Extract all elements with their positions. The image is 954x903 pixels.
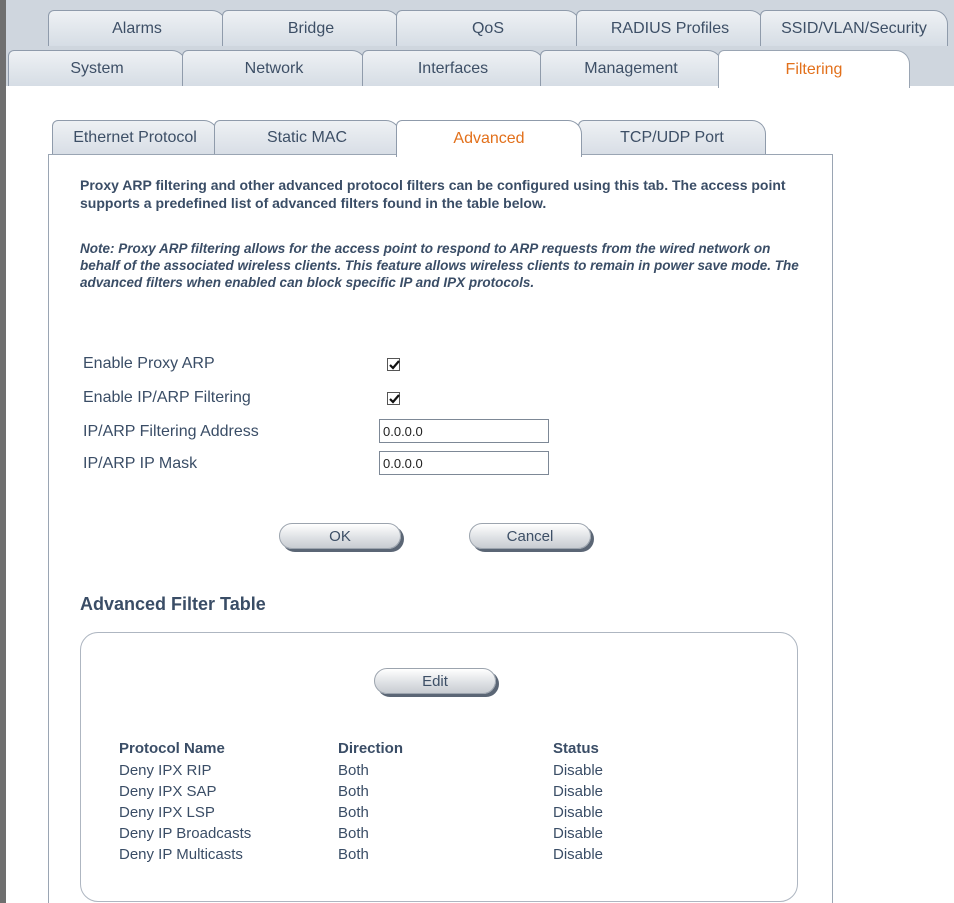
subtab-label: Advanced bbox=[453, 130, 525, 147]
tab-qos[interactable]: QoS bbox=[396, 10, 580, 46]
checkmark-icon bbox=[389, 360, 400, 370]
row-direction: Both bbox=[338, 804, 369, 821]
ip-mask-label: IP/ARP IP Mask bbox=[83, 455, 198, 472]
tab-interfaces[interactable]: Interfaces bbox=[362, 50, 544, 86]
tab-label: SSID/VLAN/Security bbox=[781, 19, 927, 37]
row-direction: Both bbox=[338, 846, 369, 863]
tab-label: System bbox=[70, 59, 124, 77]
subtab-label: Static MAC bbox=[266, 128, 347, 146]
row-direction: Both bbox=[338, 825, 369, 842]
edit-button[interactable]: Edit bbox=[374, 668, 496, 694]
filtering-address-label: IP/ARP Filtering Address bbox=[83, 423, 259, 440]
tab-label: Alarms bbox=[112, 19, 162, 37]
subtab-ethernet-protocol[interactable]: Ethernet Protocol bbox=[52, 120, 218, 154]
ip-arp-filtering-checkbox[interactable] bbox=[387, 392, 400, 405]
row-protocol-name: Deny IPX SAP bbox=[119, 783, 217, 800]
tab-label: Filtering bbox=[785, 60, 843, 78]
row-status: Disable bbox=[553, 846, 604, 863]
column-header-status: Status bbox=[553, 740, 599, 757]
tab-filtering[interactable]: Filtering bbox=[718, 50, 910, 88]
ip-mask-input[interactable] bbox=[379, 451, 549, 475]
subtab-advanced[interactable]: Advanced bbox=[396, 120, 582, 157]
proxy-arp-label: Enable Proxy ARP bbox=[83, 355, 215, 372]
row-direction: Both bbox=[338, 762, 369, 779]
row-protocol-name: Deny IPX RIP bbox=[119, 762, 212, 779]
subtab-tcp-udp-port[interactable]: TCP/UDP Port bbox=[578, 120, 766, 154]
tab-alarms[interactable]: Alarms bbox=[48, 10, 226, 46]
subtab-label: TCP/UDP Port bbox=[620, 128, 724, 146]
column-header-direction: Direction bbox=[338, 740, 404, 757]
ok-button[interactable]: OK bbox=[279, 523, 401, 549]
row-protocol-name: Deny IP Multicasts bbox=[119, 846, 243, 863]
note-text: Note: Proxy ARP filtering allows for the… bbox=[80, 241, 799, 290]
row-direction: Both bbox=[338, 783, 369, 800]
subtab-label: Ethernet Protocol bbox=[73, 128, 197, 146]
proxy-arp-checkbox[interactable] bbox=[387, 358, 400, 371]
row-status: Disable bbox=[553, 762, 604, 779]
ok-label: OK bbox=[329, 527, 351, 545]
tab-label: QoS bbox=[471, 19, 504, 37]
advanced-filter-table-title: Advanced Filter Table bbox=[80, 594, 266, 614]
tab-radius-profiles[interactable]: RADIUS Profiles bbox=[576, 10, 764, 46]
edit-label: Edit bbox=[422, 672, 448, 690]
tab-label: RADIUS Profiles bbox=[610, 19, 730, 37]
tab-ssid-vlan-security[interactable]: SSID/VLAN/Security bbox=[760, 10, 948, 46]
tab-system[interactable]: System bbox=[8, 50, 186, 86]
row-status: Disable bbox=[553, 825, 604, 842]
filtering-address-input[interactable] bbox=[379, 419, 549, 443]
row-protocol-name: Deny IP Broadcasts bbox=[119, 825, 252, 842]
row-protocol-name: Deny IPX LSP bbox=[119, 804, 215, 821]
row-status: Disable bbox=[553, 804, 604, 821]
subtab-static-mac[interactable]: Static MAC bbox=[214, 120, 400, 154]
column-header-protocol: Protocol Name bbox=[119, 740, 225, 757]
cancel-label: Cancel bbox=[506, 527, 554, 545]
tab-management[interactable]: Management bbox=[540, 50, 722, 86]
intro-text: Proxy ARP filtering and other advanced p… bbox=[80, 177, 786, 211]
checkmark-icon bbox=[389, 394, 400, 404]
cancel-button[interactable]: Cancel bbox=[469, 523, 591, 549]
tab-network[interactable]: Network bbox=[182, 50, 366, 86]
tab-label: Interfaces bbox=[417, 59, 489, 77]
tab-label: Network bbox=[244, 59, 304, 77]
tab-label: Bridge bbox=[287, 19, 335, 37]
row-status: Disable bbox=[553, 783, 604, 800]
ip-arp-filtering-label: Enable IP/ARP Filtering bbox=[83, 389, 251, 406]
tab-bridge[interactable]: Bridge bbox=[222, 10, 400, 46]
tab-label: Management bbox=[584, 59, 678, 77]
